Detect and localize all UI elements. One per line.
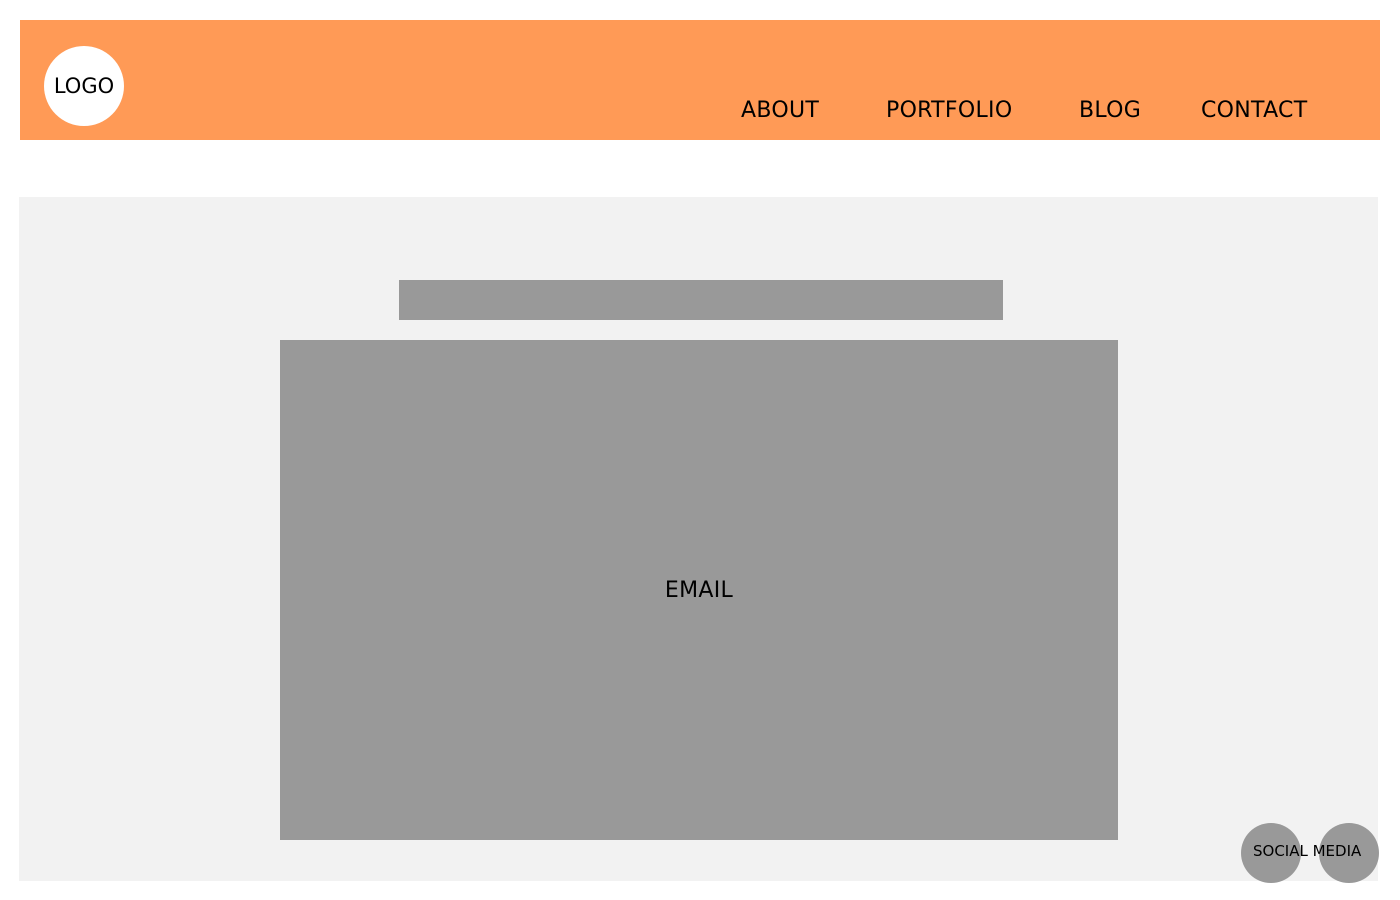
main-content: EMAIL — [19, 197, 1378, 881]
nav-portfolio[interactable]: PORTFOLIO — [886, 98, 1012, 123]
social-media-label: SOCIAL MEDIA — [1253, 842, 1362, 860]
logo-label: LOGO — [53, 74, 115, 98]
nav-contact[interactable]: CONTACT — [1201, 98, 1307, 123]
site-header: LOGO ABOUT PORTFOLIO BLOG CONTACT — [20, 20, 1380, 140]
logo[interactable]: LOGO — [44, 46, 124, 126]
email-form-area[interactable]: EMAIL — [280, 340, 1118, 840]
nav-blog[interactable]: BLOG — [1079, 98, 1141, 123]
title-placeholder — [399, 280, 1003, 320]
nav-about[interactable]: ABOUT — [741, 98, 819, 123]
email-label: EMAIL — [664, 577, 734, 603]
contact-page-wireframe: LOGO ABOUT PORTFOLIO BLOG CONTACT EMAIL … — [0, 0, 1400, 900]
